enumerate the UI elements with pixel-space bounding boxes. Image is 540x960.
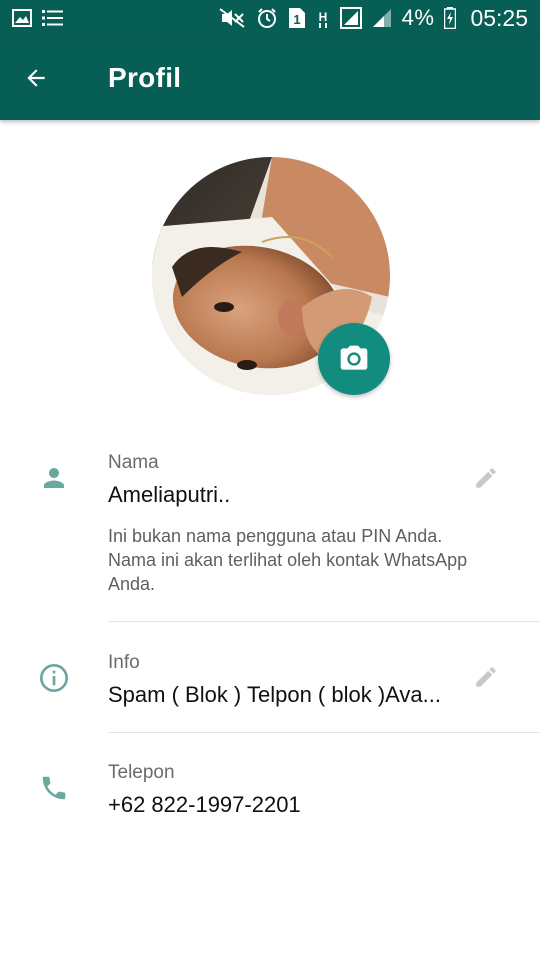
- clock: 05:25: [470, 4, 528, 31]
- status-bar: 1 H 4% 05:25: [0, 0, 540, 36]
- edit-name-button[interactable]: [468, 460, 504, 496]
- status-bar-right: 1 H 4% 05:25: [218, 5, 528, 32]
- list-icon: [42, 9, 64, 27]
- status-bar-left: [12, 9, 64, 27]
- page-title: Profil: [108, 62, 182, 93]
- phone-value: +62 822-1997-2201: [108, 792, 301, 817]
- edit-info-button[interactable]: [468, 659, 504, 695]
- app-bar: Profil: [0, 36, 540, 120]
- battery-percent: 4%: [401, 5, 435, 30]
- phone-label: Telepon: [108, 762, 175, 783]
- sim-badge: 1: [293, 12, 300, 27]
- divider: [108, 621, 540, 622]
- phone-section: Telepon +62 822-1997-2201: [0, 750, 540, 840]
- pencil-icon: [476, 468, 496, 488]
- divider: [108, 732, 540, 733]
- person-icon: [36, 460, 72, 496]
- arrow-back-icon: [27, 69, 45, 87]
- pencil-icon: [476, 667, 496, 687]
- name-help-text: Ini bukan nama pengguna atau PIN Anda. N…: [108, 526, 468, 594]
- profile-photo-container: [152, 157, 390, 395]
- name-section: Nama Ameliaputri.. Ini bukan nama penggu…: [0, 440, 540, 610]
- mute-icon: [218, 7, 246, 29]
- alarm-icon: [256, 7, 278, 29]
- name-label: Nama: [108, 452, 159, 473]
- image-icon: [12, 9, 32, 27]
- signal-icon: [339, 7, 362, 29]
- name-value[interactable]: Ameliaputri..: [108, 482, 448, 508]
- sim-icon: 1: [288, 7, 306, 29]
- change-photo-button[interactable]: [318, 323, 390, 395]
- back-button[interactable]: [0, 36, 72, 120]
- h-signal-icon: H: [316, 7, 330, 29]
- info-label: Info: [108, 652, 140, 673]
- camera-icon: [340, 345, 368, 370]
- info-value[interactable]: Spam ( Blok ) Telpon ( blok )Ava...: [108, 682, 468, 708]
- svg-text:H: H: [318, 10, 327, 24]
- signal-icon-2: [372, 8, 392, 28]
- info-icon: [36, 660, 72, 696]
- phone-icon: [36, 770, 72, 806]
- info-section: Info Spam ( Blok ) Telpon ( blok )Ava...: [0, 640, 540, 730]
- battery-charging-icon: [444, 7, 457, 29]
